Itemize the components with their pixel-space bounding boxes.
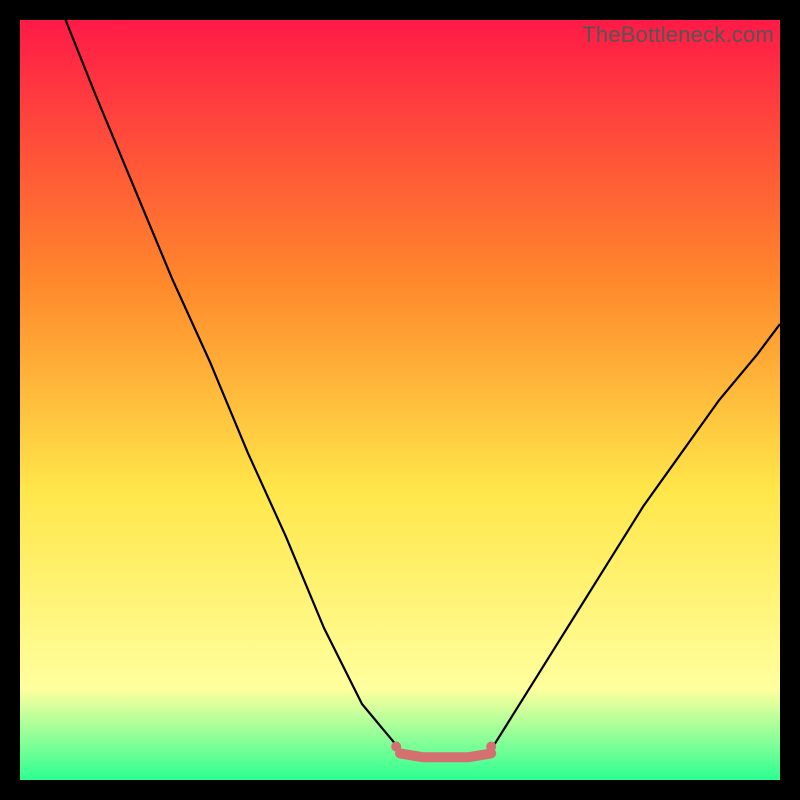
chart-svg (20, 20, 780, 780)
left-dot-marker (391, 742, 401, 752)
right-dot-marker (486, 742, 496, 752)
chart-frame: TheBottleneck.com (20, 20, 780, 780)
watermark-text: TheBottleneck.com (582, 22, 774, 48)
bottom-flat-segment (400, 753, 491, 757)
gradient-background (20, 20, 780, 780)
